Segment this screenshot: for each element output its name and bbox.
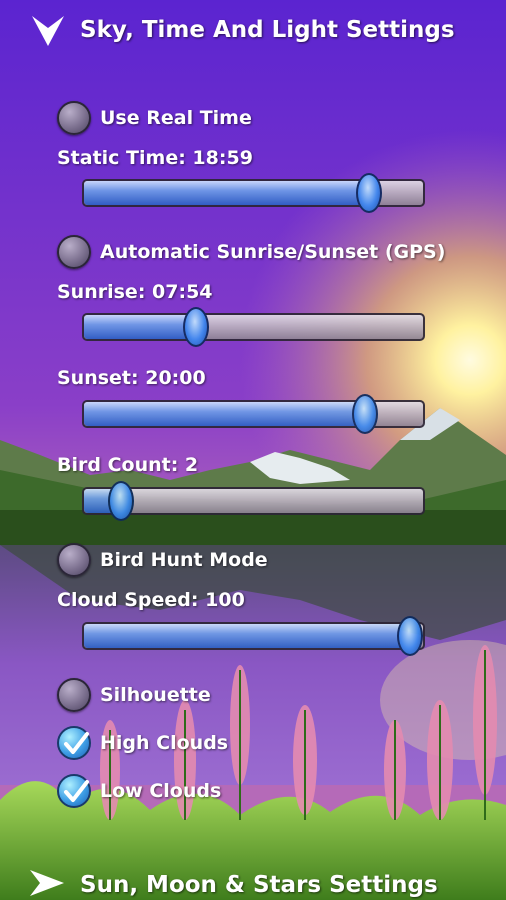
section-title: Sun, Moon & Stars Settings <box>80 872 438 898</box>
static-time-label: Static Time: 18:59 <box>57 147 253 169</box>
chevron-right-icon[interactable] <box>28 868 66 898</box>
cloud-speed-slider[interactable] <box>82 616 425 656</box>
sunset-label: Sunset: 20:00 <box>57 367 206 389</box>
static-time-slider[interactable] <box>82 173 425 213</box>
bird-hunt-radio[interactable] <box>57 543 91 577</box>
low-clouds-checkbox[interactable] <box>57 774 91 808</box>
landscape-background <box>0 0 506 900</box>
bird-count-slider[interactable] <box>82 481 425 521</box>
sunrise-slider[interactable] <box>82 307 425 347</box>
high-clouds-checkbox[interactable] <box>57 726 91 760</box>
slider-fill <box>84 624 410 648</box>
auto-sunrise-label: Automatic Sunrise/Sunset (GPS) <box>100 241 446 263</box>
use-real-time-radio[interactable] <box>57 101 91 135</box>
slider-thumb[interactable] <box>397 616 423 656</box>
checkmark-icon <box>64 732 89 754</box>
sun-moon-stars-section[interactable]: Sun, Moon & Stars Settings <box>0 862 506 900</box>
sunset-slider[interactable] <box>82 394 425 434</box>
sunrise-label: Sunrise: 07:54 <box>57 281 213 303</box>
bird-hunt-label: Bird Hunt Mode <box>100 549 268 571</box>
slider-fill <box>84 315 196 339</box>
slider-thumb[interactable] <box>355 173 382 213</box>
bird-count-label: Bird Count: 2 <box>57 454 199 476</box>
slider-fill <box>84 181 369 205</box>
silhouette-label: Silhouette <box>100 684 211 706</box>
high-clouds-label: High Clouds <box>100 732 229 754</box>
use-real-time-label: Use Real Time <box>100 107 252 129</box>
silhouette-radio[interactable] <box>57 678 91 712</box>
auto-sunrise-radio[interactable] <box>57 235 91 269</box>
chevron-down-icon[interactable] <box>30 14 66 48</box>
page-title: Sky, Time And Light Settings <box>80 17 455 43</box>
checkmark-icon <box>64 780 89 802</box>
slider-thumb[interactable] <box>182 307 209 347</box>
low-clouds-label: Low Clouds <box>100 780 222 802</box>
slider-fill <box>84 402 366 426</box>
cloud-speed-label: Cloud Speed: 100 <box>57 589 245 611</box>
settings-header[interactable]: Sky, Time And Light Settings <box>0 0 506 68</box>
